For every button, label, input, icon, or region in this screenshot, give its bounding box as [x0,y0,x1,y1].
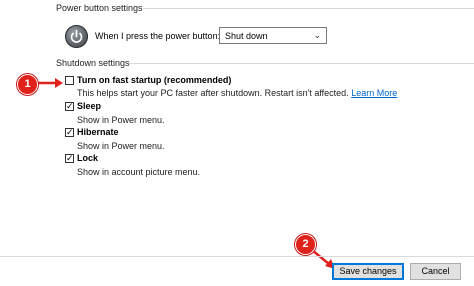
annotation-arrows [37,78,335,269]
save-changes-button[interactable]: Save changes [332,263,404,280]
step-marker-1: 1 [17,74,38,95]
footer-divider [0,256,474,257]
step-marker-2: 2 [295,234,316,255]
cancel-button[interactable]: Cancel [410,263,461,280]
